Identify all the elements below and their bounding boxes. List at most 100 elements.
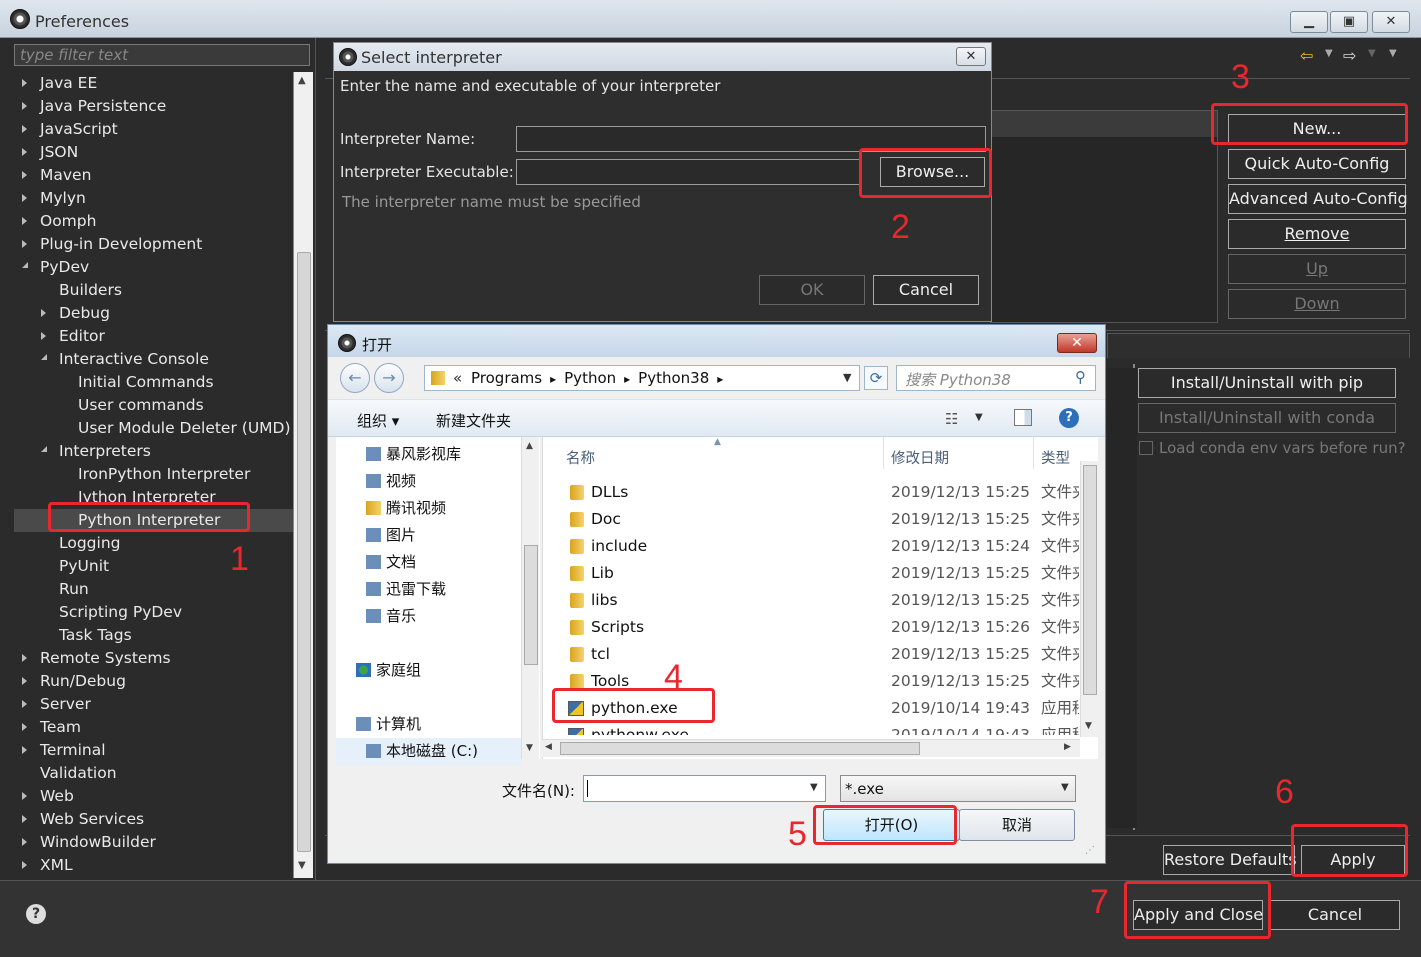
forward-arrow-icon[interactable]: → [374, 363, 404, 393]
collapsed-arrow-icon[interactable] [22, 677, 27, 685]
tree-item[interactable]: User Module Deleter (UMD) [14, 417, 294, 440]
close-icon[interactable]: ✕ [956, 47, 986, 66]
nav-item[interactable]: 本地磁盘 (C:) [336, 738, 521, 765]
search-input[interactable]: 搜索 Python38 ⚲ [896, 365, 1096, 391]
column-header-type[interactable]: 类型 [1041, 447, 1070, 469]
load-conda-checkbox[interactable] [1139, 441, 1153, 455]
expanded-arrow-icon[interactable] [22, 262, 28, 268]
collapsed-arrow-icon[interactable] [22, 654, 27, 662]
tree-item[interactable]: XML [14, 854, 294, 877]
file-type-dropdown-icon[interactable]: ▼ [1061, 782, 1069, 793]
search-icon[interactable]: ⚲ [1075, 368, 1086, 386]
tree-item[interactable]: Editor [14, 325, 294, 348]
file-row[interactable]: tcl 2019/12/13 15:25 文件夹 [543, 641, 1081, 668]
file-row[interactable]: Lib 2019/12/13 15:25 文件夹 [543, 560, 1081, 587]
breadcrumb-separator-icon[interactable]: ▸ [624, 372, 630, 386]
tree-item[interactable]: Oomph [14, 210, 294, 233]
tree-item[interactable]: IronPython Interpreter [14, 463, 294, 486]
cancel-button[interactable]: Cancel [1270, 900, 1400, 930]
tree-item[interactable]: Plug-in Development [14, 233, 294, 256]
new-folder-button[interactable]: 新建文件夹 [436, 410, 511, 431]
horizontal-scrollbar[interactable]: ◀ ▶ [542, 739, 1080, 757]
filename-dropdown-icon[interactable]: ▼ [810, 782, 818, 793]
collapsed-arrow-icon[interactable] [22, 125, 27, 133]
forward-arrow-icon[interactable]: ⇨ [1343, 46, 1356, 65]
collapsed-arrow-icon[interactable] [22, 148, 27, 156]
quick-auto-config-button[interactable]: Quick Auto-Config [1228, 149, 1406, 179]
scroll-down-icon[interactable]: ▼ [526, 743, 533, 753]
tree-item[interactable]: Mylyn [14, 187, 294, 210]
file-row[interactable]: Doc 2019/12/13 15:25 文件夹 [543, 506, 1081, 533]
tree-scrollbar[interactable]: ▲ ▼ [293, 72, 313, 878]
tree-item[interactable]: JavaScript [14, 118, 294, 141]
collapsed-arrow-icon[interactable] [22, 217, 27, 225]
scroll-up-icon[interactable]: ▲ [298, 75, 306, 86]
view-options-icon[interactable]: ☷ [945, 410, 958, 428]
tree-item[interactable]: Maven [14, 164, 294, 187]
scroll-down-icon[interactable]: ▼ [1085, 721, 1092, 731]
column-header-date[interactable]: 修改日期 [891, 447, 949, 469]
preview-pane-icon[interactable] [1014, 409, 1032, 426]
select-interpreter-cancel-button[interactable]: Cancel [873, 275, 979, 305]
collapsed-arrow-icon[interactable] [22, 792, 27, 800]
column-header-name[interactable]: 名称 [566, 447, 595, 469]
address-bar[interactable]: « Programs ▸ Python ▸ Python38 ▸ ▼ [424, 365, 860, 391]
up-button[interactable]: Up [1228, 254, 1406, 284]
nav-item[interactable]: 音乐 [336, 603, 521, 630]
filter-input[interactable]: type filter text [14, 44, 310, 66]
view-dropdown-icon[interactable]: ▼ [975, 412, 983, 423]
scroll-down-icon[interactable]: ▼ [298, 860, 306, 871]
collapsed-arrow-icon[interactable] [41, 309, 46, 317]
tree-item[interactable]: PyDev [14, 256, 294, 279]
organize-menu[interactable]: 组织 ▾ [357, 410, 399, 431]
nav-item[interactable]: 暴风影视库 [336, 441, 521, 468]
back-arrow-icon[interactable]: ⇦ [1300, 46, 1313, 65]
file-row[interactable]: include 2019/12/13 15:24 文件夹 [543, 533, 1081, 560]
open-cancel-button[interactable]: 取消 [959, 809, 1075, 841]
file-row[interactable]: Scripts 2019/12/13 15:26 文件夹 [543, 614, 1081, 641]
breadcrumb-overflow-icon[interactable]: « [453, 369, 462, 387]
tree-item[interactable]: Server [14, 693, 294, 716]
scroll-left-icon[interactable]: ◀ [545, 742, 552, 752]
breadcrumb-separator-icon[interactable]: ▸ [550, 372, 556, 386]
file-row[interactable]: pythonw.exe 2019/10/14 19:43 应用程序 [543, 722, 1081, 735]
scroll-up-icon[interactable]: ▲ [526, 441, 533, 451]
tree-item[interactable]: Remote Systems [14, 647, 294, 670]
down-button[interactable]: Down [1228, 289, 1406, 319]
breadcrumb-separator-icon[interactable]: ▸ [717, 372, 723, 386]
collapsed-arrow-icon[interactable] [22, 79, 27, 87]
navigation-scroll-thumb[interactable] [524, 545, 538, 665]
file-row[interactable]: DLLs 2019/12/13 15:25 文件夹 [543, 479, 1081, 506]
collapsed-arrow-icon[interactable] [22, 171, 27, 179]
nav-item[interactable]: 家庭组 [336, 657, 521, 684]
forward-menu-chevron-icon[interactable]: ▼ [1368, 48, 1376, 59]
tree-item[interactable]: Web Services [14, 808, 294, 831]
address-dropdown-icon[interactable]: ▼ [843, 371, 851, 384]
tree-item[interactable]: Web [14, 785, 294, 808]
scroll-right-icon[interactable]: ▶ [1064, 742, 1071, 752]
breadcrumb-item[interactable]: Python [564, 369, 616, 387]
tree-item[interactable]: Team [14, 716, 294, 739]
tree-item[interactable]: Logging [14, 532, 294, 555]
tree-item[interactable]: Validation [14, 762, 294, 785]
advanced-auto-config-button[interactable]: Advanced Auto-Config [1228, 184, 1408, 214]
filename-input[interactable]: ▼ [583, 775, 826, 802]
tree-item[interactable]: Java Persistence [14, 95, 294, 118]
nav-item[interactable]: 计算机 [336, 711, 521, 738]
close-window-button[interactable]: ✕ [1372, 11, 1410, 33]
tree-item[interactable]: Run [14, 578, 294, 601]
back-menu-chevron-icon[interactable]: ▼ [1325, 48, 1333, 59]
collapsed-arrow-icon[interactable] [22, 723, 27, 731]
close-icon[interactable]: ✕ [1057, 333, 1097, 353]
collapsed-arrow-icon[interactable] [22, 240, 27, 248]
tree-item[interactable]: Run/Debug [14, 670, 294, 693]
file-scroll-thumb[interactable] [1083, 465, 1097, 695]
interpreter-executable-input[interactable] [516, 159, 861, 185]
tree-item[interactable]: Terminal [14, 739, 294, 762]
nav-item[interactable]: 腾讯视频 [336, 495, 521, 522]
tree-item[interactable]: Scripting PyDev [14, 601, 294, 624]
collapsed-arrow-icon[interactable] [22, 102, 27, 110]
collapsed-arrow-icon[interactable] [22, 746, 27, 754]
install-pip-button[interactable]: Install/Uninstall with pip [1138, 368, 1396, 398]
nav-item[interactable]: 文档 [336, 549, 521, 576]
